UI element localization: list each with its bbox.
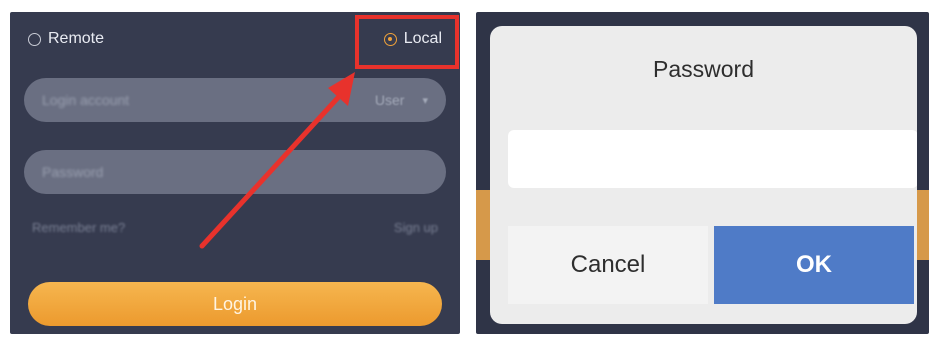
password-field[interactable]: Password — [24, 150, 446, 194]
password-placeholder: Password — [42, 164, 104, 180]
remote-radio[interactable]: Remote — [28, 30, 104, 48]
dialog-password-input[interactable] — [508, 130, 917, 188]
remember-me-checkbox[interactable]: Remember me? — [32, 220, 125, 235]
password-dialog-panel: Password Cancel OK — [476, 12, 929, 334]
remote-radio-circle-icon — [28, 32, 41, 46]
sign-up-link[interactable]: Sign up — [394, 220, 438, 235]
remote-radio-label: Remote — [48, 30, 105, 47]
cancel-button[interactable]: Cancel — [508, 226, 708, 304]
remember-me-label: Remember me? — [32, 220, 126, 235]
password-dialog: Password Cancel OK — [490, 26, 917, 324]
login-account-field[interactable]: Login account User ▾ — [24, 78, 446, 122]
login-button[interactable]: Login — [28, 282, 442, 326]
login-panel: Remote Local Login account User ▾ Passwo… — [10, 12, 460, 334]
ok-button[interactable]: OK — [714, 226, 914, 304]
chevron-down-icon: ▾ — [422, 94, 428, 107]
login-options-row: Remember me? Sign up — [32, 220, 438, 240]
user-type-label: User — [374, 92, 405, 108]
login-account-placeholder: Login account — [42, 92, 130, 108]
dialog-title: Password — [653, 56, 754, 82]
local-highlight-box — [355, 15, 459, 69]
dialog-button-row: Cancel OK — [508, 226, 914, 304]
user-type-select[interactable]: User ▾ — [375, 92, 428, 108]
